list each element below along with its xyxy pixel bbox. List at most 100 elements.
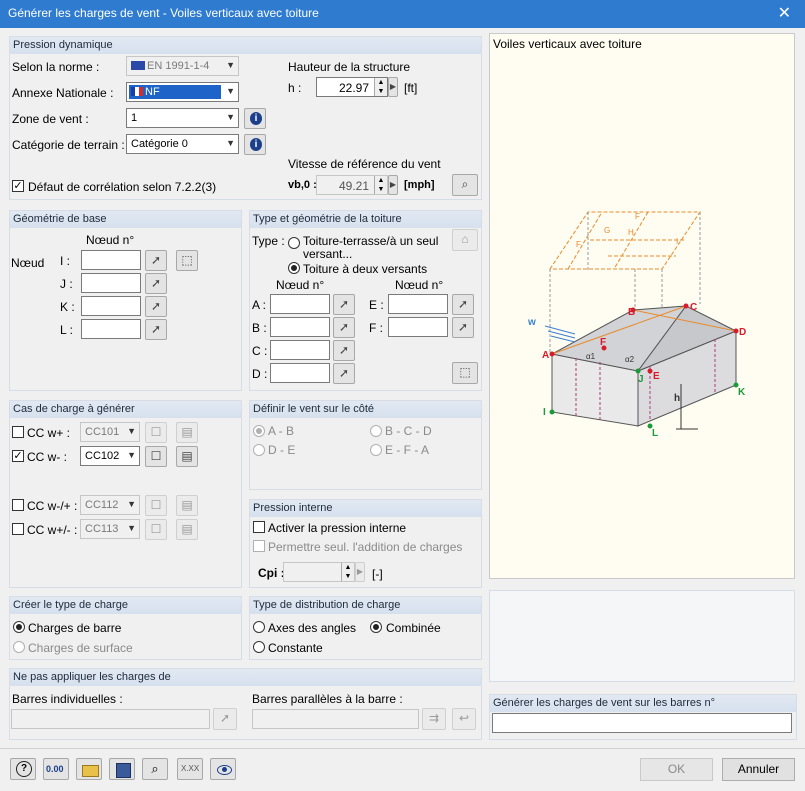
side-de-radio[interactable] bbox=[253, 444, 265, 456]
barres-ind-label: Barres individuelles : bbox=[12, 692, 123, 706]
roof-flat-radio[interactable] bbox=[288, 237, 300, 249]
chevron-down-icon: ▼ bbox=[127, 499, 136, 509]
barres-par-input[interactable] bbox=[252, 709, 419, 729]
noeud-head: Nœud n° bbox=[86, 233, 135, 247]
roof-node-input[interactable] bbox=[270, 294, 330, 314]
side-bcd-radio[interactable] bbox=[370, 425, 382, 437]
edit-case-button[interactable]: ▤ bbox=[176, 422, 198, 443]
case-select[interactable]: CC102 ▼ bbox=[80, 446, 140, 466]
units-button[interactable]: X.XX bbox=[177, 758, 203, 780]
constante-radio[interactable] bbox=[253, 641, 265, 653]
pick-node-button[interactable]: ➚ bbox=[145, 250, 167, 271]
view-button[interactable]: ⌕ bbox=[142, 758, 168, 780]
barre-label: Charges de barre bbox=[28, 621, 122, 635]
barres-ind-input[interactable] bbox=[11, 709, 210, 729]
case-checkbox[interactable]: ✓ bbox=[12, 450, 24, 462]
cpi-spinner[interactable]: ▲ ▼ bbox=[341, 563, 354, 581]
zone-info-button[interactable] bbox=[244, 108, 266, 129]
edit-case-button[interactable]: ▤ bbox=[176, 446, 198, 467]
roof-node-input[interactable] bbox=[270, 340, 330, 360]
panel-header: Créer le type de charge bbox=[13, 599, 128, 611]
eye-button[interactable] bbox=[210, 758, 236, 780]
close-icon[interactable]: ✕ bbox=[778, 3, 791, 23]
zero-button[interactable]: 0.00 bbox=[43, 758, 69, 780]
h-input[interactable]: 22.97 ▲ ▼ bbox=[316, 77, 388, 97]
axes-label: Axes des angles bbox=[268, 621, 357, 635]
combinee-radio[interactable] bbox=[370, 621, 382, 633]
pick-node-button[interactable]: ➚ bbox=[333, 317, 355, 338]
geom-node-input[interactable] bbox=[81, 273, 141, 293]
norme-select[interactable]: EN 1991-1-4 ▼ bbox=[126, 56, 239, 76]
roof-edit-button[interactable]: ⌂ bbox=[452, 229, 478, 251]
case-checkbox[interactable] bbox=[12, 523, 24, 535]
side-efa-radio[interactable] bbox=[370, 444, 382, 456]
cpi-arrow-button[interactable]: ▶ bbox=[355, 562, 365, 582]
help-button[interactable]: ? bbox=[10, 758, 36, 780]
zone-select[interactable]: 1 ▼ bbox=[126, 108, 239, 128]
pick-node-button[interactable]: ➚ bbox=[145, 296, 167, 317]
activer-checkbox[interactable] bbox=[253, 521, 265, 533]
terrain-select[interactable]: Catégorie 0 ▼ bbox=[126, 134, 239, 154]
roof-duo-radio[interactable] bbox=[288, 262, 300, 274]
type-label: Type : bbox=[252, 234, 285, 248]
barre-radio[interactable] bbox=[13, 621, 25, 633]
roof-letter: F bbox=[576, 240, 581, 249]
new-case-button[interactable]: ☐ bbox=[145, 422, 167, 443]
ok-button[interactable]: OK bbox=[640, 758, 713, 781]
axes-radio[interactable] bbox=[253, 621, 265, 633]
h-arrow-button[interactable]: ▶ bbox=[388, 77, 398, 97]
pick-node-button[interactable]: ➚ bbox=[333, 340, 355, 361]
pick-node-button[interactable]: ➚ bbox=[145, 319, 167, 340]
barres-ind-pick-button[interactable]: ➚ bbox=[213, 708, 237, 730]
generer-input[interactable] bbox=[492, 713, 792, 733]
geom-node-input[interactable] bbox=[81, 250, 141, 270]
side-bcd-label: B - C - D bbox=[385, 424, 432, 438]
annexe-value: NF bbox=[145, 86, 160, 98]
pick-node-button[interactable]: ➚ bbox=[333, 294, 355, 315]
roof-noeud-head-2: Nœud n° bbox=[395, 278, 444, 292]
vb-spinner[interactable]: ▲ ▼ bbox=[374, 176, 387, 194]
roof-pick-all-button[interactable]: ⬚ bbox=[452, 362, 478, 384]
pick-node-button[interactable]: ➚ bbox=[452, 294, 474, 315]
pick-node-button[interactable]: ➚ bbox=[145, 273, 167, 294]
annexe-select[interactable]: NF ▼ bbox=[126, 82, 239, 102]
case-checkbox[interactable] bbox=[12, 499, 24, 511]
case-select[interactable]: CC113 ▼ bbox=[80, 519, 140, 539]
edit-case-button[interactable]: ▤ bbox=[176, 519, 198, 540]
new-case-button[interactable]: ☐ bbox=[145, 495, 167, 516]
pick-node-button[interactable]: ➚ bbox=[452, 317, 474, 338]
save-button[interactable] bbox=[109, 758, 135, 780]
roof-node-input[interactable] bbox=[270, 363, 330, 383]
panel-header: Ne pas appliquer les charges de bbox=[13, 671, 171, 683]
vb-arrow-button[interactable]: ▶ bbox=[388, 175, 398, 195]
vb-search-button[interactable]: ⌕ bbox=[452, 174, 478, 196]
case-select[interactable]: CC112 ▼ bbox=[80, 495, 140, 515]
geom-node-input[interactable] bbox=[81, 296, 141, 316]
geom-node-input[interactable] bbox=[81, 319, 141, 339]
h-spinner[interactable]: ▲ ▼ bbox=[374, 78, 387, 96]
correlation-checkbox[interactable]: ✓ bbox=[12, 180, 24, 192]
barres-par-clear-button[interactable]: ↩ bbox=[452, 708, 476, 730]
annuler-button[interactable]: Annuler bbox=[722, 758, 795, 781]
permettre-checkbox[interactable] bbox=[253, 540, 265, 552]
case-select[interactable]: CC101 ▼ bbox=[80, 422, 140, 442]
new-case-button[interactable]: ☐ bbox=[145, 519, 167, 540]
surface-radio[interactable] bbox=[13, 641, 25, 653]
roof-node-input[interactable] bbox=[270, 317, 330, 337]
side-ab-radio[interactable] bbox=[253, 425, 265, 437]
edit-case-button[interactable]: ▤ bbox=[176, 495, 198, 516]
pick-all-button[interactable]: ⬚ bbox=[176, 250, 198, 271]
geom-row-label: L : bbox=[60, 323, 73, 337]
roof-node-input[interactable] bbox=[388, 294, 448, 314]
vb-input[interactable]: 49.21 ▲ ▼ bbox=[316, 175, 388, 195]
cpi-input[interactable]: ▲ ▼ bbox=[283, 562, 355, 582]
open-button[interactable] bbox=[76, 758, 102, 780]
terrain-info-button[interactable] bbox=[244, 134, 266, 155]
barres-par-pick-button[interactable]: ⇉ bbox=[422, 708, 446, 730]
case-checkbox[interactable] bbox=[12, 426, 24, 438]
case-value: CC102 bbox=[85, 450, 120, 462]
roof-letter: H bbox=[628, 228, 634, 237]
pick-node-button[interactable]: ➚ bbox=[333, 363, 355, 384]
roof-node-input[interactable] bbox=[388, 317, 448, 337]
new-case-button[interactable]: ☐ bbox=[145, 446, 167, 467]
